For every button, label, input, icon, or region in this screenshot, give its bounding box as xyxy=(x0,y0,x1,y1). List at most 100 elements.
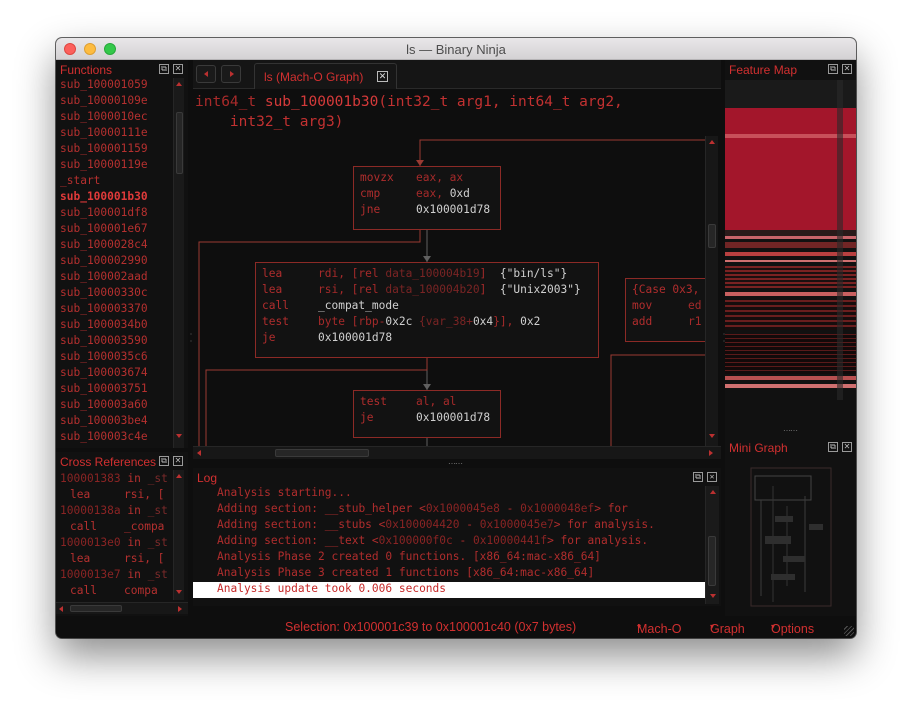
instruction-line[interactable]: add r1 xyxy=(632,315,706,331)
log-text: Analysis starting... xyxy=(217,486,352,499)
splitter-grip-icon[interactable]: ⋯⋯ xyxy=(783,426,798,435)
instruction-line[interactable]: {Case 0x3, xyxy=(632,283,706,299)
instruction-line[interactable]: jne 0x100001d78 xyxy=(360,203,494,219)
xrefs-scrollbar[interactable] xyxy=(173,470,184,600)
xref-address: 1000013e0 xyxy=(60,536,121,549)
instruction-line[interactable]: lea rsi, [rel data_100004b20] {"Unix2003"… xyxy=(262,283,592,299)
function-list-item[interactable]: sub_1000010ec xyxy=(56,110,176,126)
scroll-thumb[interactable] xyxy=(176,112,183,174)
scroll-left-icon[interactable] xyxy=(59,606,63,612)
instruction-line[interactable]: call _compat_mode xyxy=(262,299,592,315)
instruction-operand: 0x100001d78 xyxy=(318,331,393,344)
close-panel-icon[interactable]: ✕ xyxy=(842,442,852,452)
functions-scrollbar[interactable] xyxy=(173,78,184,448)
function-list-item[interactable]: sub_100003751 xyxy=(56,382,176,398)
graph-horizontal-scrollbar[interactable] xyxy=(193,446,721,459)
chevron-down-icon: ▾ xyxy=(637,622,642,631)
scroll-left-icon[interactable] xyxy=(197,450,201,456)
xref-row[interactable]: 1000013e0 in _st xyxy=(56,536,176,552)
title-bar: ls — Binary Ninja xyxy=(56,38,856,60)
scroll-thumb[interactable] xyxy=(70,605,122,612)
back-button[interactable] xyxy=(196,65,216,83)
scroll-right-icon[interactable] xyxy=(709,450,713,456)
instruction-line[interactable]: je 0x100001d78 xyxy=(360,411,494,427)
close-panel-icon[interactable]: ✕ xyxy=(842,64,852,74)
log-scrollbar[interactable] xyxy=(705,486,719,604)
splitter-grip-icon[interactable]: ⋯⋯ xyxy=(448,459,463,468)
instruction-line[interactable]: lea rdi, [rel data_100004b19] {"bin/ls"} xyxy=(262,267,592,283)
function-list-item[interactable]: sub_10000119e xyxy=(56,158,176,174)
function-list-item[interactable]: sub_100001059 xyxy=(56,78,176,94)
scroll-down-icon[interactable] xyxy=(176,434,182,438)
function-list-item[interactable]: sub_100001159 xyxy=(56,142,176,158)
float-panel-icon[interactable]: ⧉ xyxy=(159,456,169,466)
float-panel-icon[interactable]: ⧉ xyxy=(159,64,169,74)
float-panel-icon[interactable]: ⧉ xyxy=(828,64,838,74)
instruction-line[interactable]: cmp eax, 0xd xyxy=(360,187,494,203)
scroll-thumb[interactable] xyxy=(708,224,716,248)
basic-block-3[interactable]: test al, al je 0x100001d78 xyxy=(353,390,501,438)
scroll-up-icon[interactable] xyxy=(710,490,716,494)
float-panel-icon[interactable]: ⧉ xyxy=(693,472,703,482)
function-list-item[interactable]: sub_10000330c xyxy=(56,286,176,302)
close-panel-icon[interactable]: ✕ xyxy=(173,64,183,74)
function-list-item[interactable]: sub_100002990 xyxy=(56,254,176,270)
function-list-item[interactable]: sub_100001e67 xyxy=(56,222,176,238)
scroll-right-icon[interactable] xyxy=(178,606,182,612)
close-panel-icon[interactable]: ✕ xyxy=(173,456,183,466)
scroll-up-icon[interactable] xyxy=(176,474,182,478)
function-list-item[interactable]: sub_100001b30 xyxy=(56,190,176,206)
xref-row[interactable]: 100001383 in _st xyxy=(56,472,176,488)
close-panel-icon[interactable]: ✕ xyxy=(707,472,717,482)
mini-graph-canvas[interactable] xyxy=(725,456,856,616)
tab-ls-macho-graph[interactable]: ls (Mach-O Graph) ✕ xyxy=(254,63,397,89)
scroll-down-icon[interactable] xyxy=(709,434,715,438)
instruction-line[interactable]: movzx eax, ax xyxy=(360,171,494,187)
basic-block-2[interactable]: lea rdi, [rel data_100004b19] {"bin/ls"} l… xyxy=(255,262,599,358)
function-list-item[interactable]: sub_100003674 xyxy=(56,366,176,382)
function-list-item[interactable]: sub_1000028c4 xyxy=(56,238,176,254)
xref-row[interactable]: 10000138a in _st xyxy=(56,504,176,520)
scroll-thumb[interactable] xyxy=(275,449,369,457)
function-list-item[interactable]: sub_100002aad xyxy=(56,270,176,286)
function-list-item[interactable]: sub_100003c4e xyxy=(56,430,176,446)
function-signature[interactable]: int64_t sub_100001b30(int32_t arg1, int6… xyxy=(195,92,623,132)
function-list-item[interactable]: sub_10000111e xyxy=(56,126,176,142)
close-tab-icon[interactable]: ✕ xyxy=(377,71,388,82)
xrefs-hscrollbar[interactable] xyxy=(56,602,188,614)
function-list-item[interactable]: sub_100003a60 xyxy=(56,398,176,414)
function-name[interactable]: sub_100001b30 xyxy=(265,94,379,110)
scroll-up-icon[interactable] xyxy=(709,140,715,144)
float-panel-icon[interactable]: ⧉ xyxy=(828,442,838,452)
scroll-down-icon[interactable] xyxy=(176,590,182,594)
xref-code-row[interactable]: lea rsi, [ xyxy=(56,552,176,568)
instruction-line[interactable]: je 0x100001d78 xyxy=(262,331,592,347)
instruction-line[interactable]: mov ed xyxy=(632,299,706,315)
function-list-item[interactable]: sub_100003590 xyxy=(56,334,176,350)
resize-grip-icon[interactable] xyxy=(844,626,854,636)
scroll-up-icon[interactable] xyxy=(176,82,182,86)
basic-block-4[interactable]: {Case 0x3, mov ed add r1 xyxy=(625,278,706,342)
basic-block-1[interactable]: movzx eax, ax cmp eax, 0xd jne 0x100001d78 xyxy=(353,166,501,230)
graph-vertical-scrollbar[interactable] xyxy=(705,136,718,446)
graph-view[interactable]: int64_t sub_100001b30(int32_t arg1, int6… xyxy=(193,90,706,446)
function-list-item[interactable]: sub_10000109e xyxy=(56,94,176,110)
platform-label: Mach-O xyxy=(637,622,682,636)
function-list-item[interactable]: sub_100003370 xyxy=(56,302,176,318)
feature-map-canvas[interactable] xyxy=(725,80,856,413)
function-list-item[interactable]: _start xyxy=(56,174,176,190)
scroll-thumb[interactable] xyxy=(708,536,716,586)
xref-code-row[interactable]: call compa xyxy=(56,584,176,600)
function-list-item[interactable]: sub_1000035c6 xyxy=(56,350,176,366)
function-list-item[interactable]: sub_100003be4 xyxy=(56,414,176,430)
scroll-down-icon[interactable] xyxy=(710,594,716,598)
function-list-item[interactable]: sub_100001df8 xyxy=(56,206,176,222)
instruction-line[interactable]: test al, al xyxy=(360,395,494,411)
xref-code-row[interactable]: lea rsi, [ xyxy=(56,488,176,504)
xref-address: 10000138a xyxy=(60,504,121,517)
function-list-item[interactable]: sub_1000034b0 xyxy=(56,318,176,334)
forward-button[interactable] xyxy=(221,65,241,83)
xref-code-row[interactable]: call _compa xyxy=(56,520,176,536)
xref-row[interactable]: 1000013e7 in _st xyxy=(56,568,176,584)
instruction-line[interactable]: test byte [rbp-0x2c {var_38+0x4}], 0x2 xyxy=(262,315,592,331)
